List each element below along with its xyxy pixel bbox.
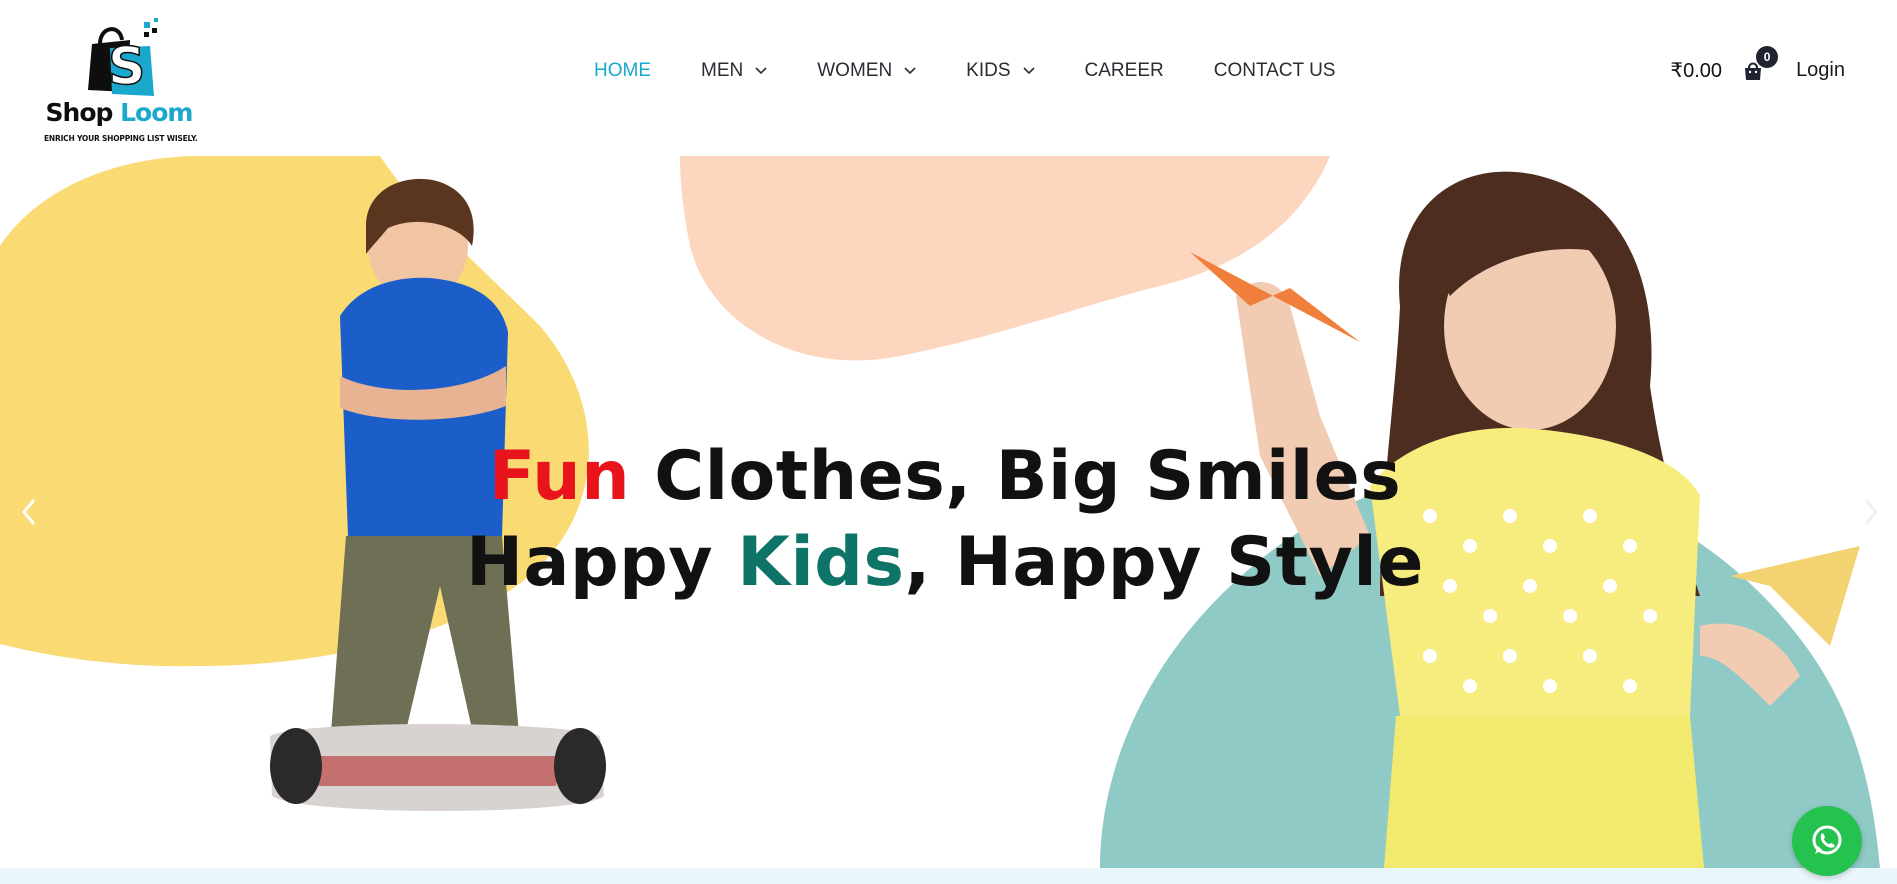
svg-text:S: S — [108, 37, 145, 97]
nav-item-label: CAREER — [1084, 60, 1164, 81]
nav-item-men[interactable]: MEN — [701, 60, 767, 82]
brand-tagline: ENRICH YOUR SHOPPING LIST WISELY. — [44, 134, 198, 143]
whatsapp-icon — [1812, 825, 1842, 855]
hero-heading: Fun Clothes, Big Smiles Happy Kids, Happ… — [440, 434, 1450, 606]
nav-item-women[interactable]: WOMEN — [817, 60, 916, 82]
nav-item-label: WOMEN — [817, 60, 893, 81]
cart-count-badge: 0 — [1756, 45, 1779, 68]
nav-item-career[interactable]: CAREER — [1085, 60, 1164, 82]
peach-blob — [680, 156, 1330, 361]
cart-total[interactable]: ₹0.00 — [1670, 58, 1722, 83]
chevron-down-icon — [755, 67, 767, 75]
chevron-right-icon[interactable] — [1856, 492, 1886, 532]
nav-item-kids[interactable]: KIDS — [966, 60, 1035, 82]
brand-name-part1: Shop — [45, 98, 114, 127]
hero-line-2-after: , Happy Style — [904, 523, 1424, 602]
main-nav: HOME MEN WOMEN KIDS CAREER CONTACT US — [594, 60, 1335, 82]
hero-line-2: Happy Kids, Happy Style — [440, 520, 1450, 606]
nav-item-contact-us[interactable]: CONTACT US — [1214, 60, 1336, 82]
hero-highlight-kids: Kids — [737, 523, 905, 602]
shopping-bag-logo-icon: S — [88, 18, 158, 98]
nav-item-label: KIDS — [966, 60, 1011, 81]
nav-item-home[interactable]: HOME — [594, 60, 651, 82]
login-link[interactable]: Login — [1796, 59, 1845, 82]
chevron-down-icon — [1022, 67, 1035, 75]
brand-logo[interactable]: S Shop Loom ENRICH YOUR SHOPPING LIST WI… — [44, 18, 204, 146]
nav-item-label: CONTACT US — [1213, 60, 1336, 81]
whatsapp-chat-button[interactable] — [1792, 806, 1862, 876]
next-section-edge — [0, 868, 1897, 884]
hero-slider: Fun Clothes, Big Smiles Happy Kids, Happ… — [0, 156, 1897, 868]
nav-item-label: MEN — [701, 60, 744, 81]
cart-button[interactable]: 0 — [1742, 45, 1779, 82]
chevron-down-icon — [904, 67, 916, 75]
hero-line-1: Fun Clothes, Big Smiles — [440, 434, 1450, 520]
hero-line-1-rest: Clothes, Big Smiles — [630, 437, 1402, 516]
nav-item-label: HOME — [594, 60, 651, 81]
brand-name-part2: Loom — [120, 98, 193, 127]
site-header: S Shop Loom ENRICH YOUR SHOPPING LIST WI… — [0, 0, 1897, 156]
hero-line-2-before: Happy — [466, 523, 738, 602]
chevron-left-icon[interactable] — [14, 492, 44, 532]
brand-name: Shop Loom — [44, 98, 194, 127]
header-actions: ₹0.00 0 Login — [1670, 45, 1845, 83]
hero-highlight-fun: Fun — [488, 437, 631, 516]
